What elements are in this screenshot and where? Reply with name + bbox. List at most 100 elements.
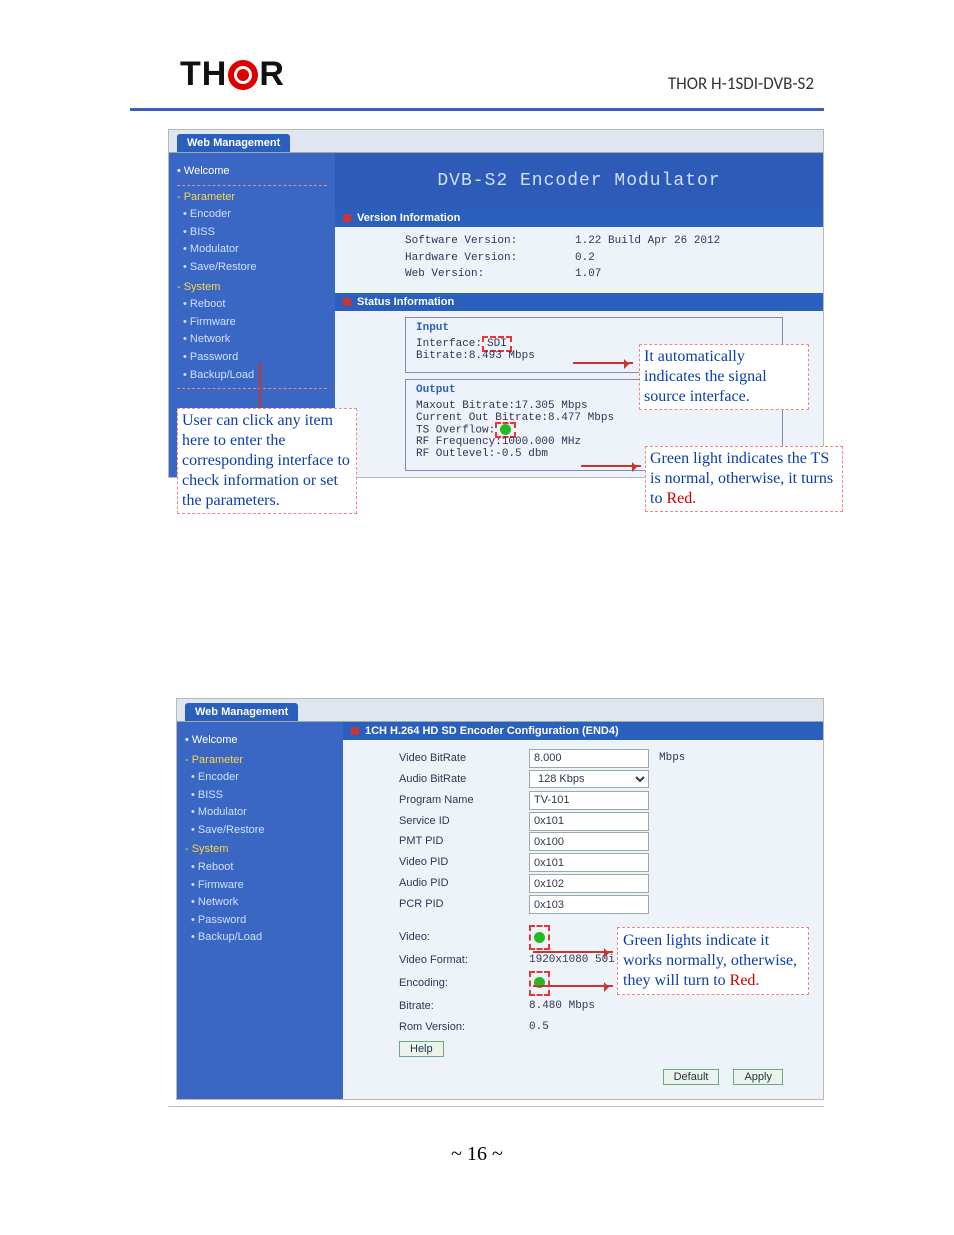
label-video-bitrate: Video BitRate <box>399 748 519 769</box>
screenshot-1: Web Management • Welcome - Parameter • E… <box>168 129 824 478</box>
sidebar-group-system[interactable]: - System <box>177 279 327 297</box>
sidebar-item-backup[interactable]: • Backup/Load <box>191 929 335 947</box>
sidebar: • Welcome - Parameter • Encoder • BISS •… <box>177 722 343 1100</box>
logo: TH R <box>180 55 285 94</box>
footer-rule <box>168 1106 824 1107</box>
sidebar-item-welcome[interactable]: • Welcome <box>185 732 335 750</box>
config-panel: 1CH H.264 HD SD Encoder Configuration (E… <box>343 722 823 1100</box>
value-bitrate: 8.493 Mbps <box>469 350 535 362</box>
arrow-icon <box>581 465 641 467</box>
sidebar-item-biss[interactable]: • BISS <box>191 787 335 805</box>
sidebar-item-encoder[interactable]: • Encoder <box>191 769 335 787</box>
label-interface: Interface: <box>416 338 482 350</box>
annotation-interface: It automatically indicates the signal so… <box>639 344 809 410</box>
arrow-icon <box>573 362 633 364</box>
value-current-out: 8.477 Mbps <box>548 412 614 424</box>
label-ts-overflow: TS Overflow: <box>416 424 495 436</box>
logo-right: R <box>259 55 285 94</box>
label-pmt-pid: PMT PID <box>399 831 519 852</box>
label-current-out: Current Out Bitrate: <box>416 412 548 424</box>
doc-title: THOR H-1SDI-DVB-S2 <box>668 73 814 94</box>
sidebar-item-password[interactable]: • Password <box>183 349 327 367</box>
arrow-icon <box>533 985 613 987</box>
value-rf-freq: 1000.000 MHz <box>502 436 581 448</box>
value-rom-version: 0.5 <box>529 1017 549 1038</box>
sidebar-item-backup[interactable]: • Backup/Load <box>183 367 327 385</box>
sidebar-group-system[interactable]: - System <box>185 841 335 859</box>
value-web-version: 1.07 <box>575 266 601 283</box>
section-version: Version Information <box>335 209 823 227</box>
label-maxout: Maxout Bitrate: <box>416 400 515 412</box>
sidebar-item-encoder[interactable]: • Encoder <box>183 206 327 224</box>
sidebar-item-biss[interactable]: • BISS <box>183 224 327 242</box>
logo-left: TH <box>180 55 227 94</box>
apply-button[interactable]: Apply <box>733 1069 783 1085</box>
header-rule <box>130 108 824 111</box>
input-pmt-pid[interactable] <box>529 832 649 851</box>
tab-bar: Web Management <box>169 130 823 153</box>
input-video-pid[interactable] <box>529 853 649 872</box>
value-sw-version: 1.22 Build Apr 26 2012 <box>575 233 720 250</box>
status-light-icon <box>500 424 511 435</box>
sidebar-item-network[interactable]: • Network <box>183 331 327 349</box>
sidebar-item-firmware[interactable]: • Firmware <box>183 314 327 332</box>
label-rf-outlevel: RF Outlevel: <box>416 448 495 460</box>
line-icon <box>259 362 261 408</box>
sidebar-item-firmware[interactable]: • Firmware <box>191 877 335 895</box>
page-title: DVB-S2 Encoder Modulator <box>335 153 823 209</box>
square-icon <box>343 214 351 222</box>
help-button[interactable]: Help <box>399 1041 444 1057</box>
sidebar-item-network[interactable]: • Network <box>191 894 335 912</box>
sidebar-group-parameter[interactable]: - Parameter <box>177 189 327 207</box>
arrow-icon <box>533 951 613 953</box>
input-audio-pid[interactable] <box>529 874 649 893</box>
page-number: ~ 16 ~ <box>0 1143 954 1166</box>
main-panel: DVB-S2 Encoder Modulator Version Informa… <box>335 153 823 477</box>
label-video: Video: <box>399 927 519 948</box>
section-encoder-config: 1CH H.264 HD SD Encoder Configuration (E… <box>343 722 823 740</box>
label-bitrate: Bitrate: <box>399 996 519 1017</box>
screenshot-2: Web Management • Welcome - Parameter • E… <box>176 698 824 1101</box>
gear-icon <box>228 60 258 90</box>
input-program-name[interactable] <box>529 791 649 810</box>
select-audio-bitrate[interactable]: 128 Kbps <box>529 770 649 788</box>
label-pcr-pid: PCR PID <box>399 894 519 915</box>
sidebar-item-password[interactable]: • Password <box>191 912 335 930</box>
square-icon <box>343 298 351 306</box>
sidebar-item-reboot[interactable]: • Reboot <box>183 296 327 314</box>
annotation-lights: Green lights indicate it works normally,… <box>617 927 809 995</box>
label-program-name: Program Name <box>399 790 519 811</box>
value-rf-outlevel: -0.5 dbm <box>495 448 548 460</box>
status-light-icon <box>534 932 545 943</box>
annotation-ts: Green light indicates the TS is normal, … <box>645 446 843 512</box>
label-rf-freq: RF Frequency: <box>416 436 502 448</box>
annotation-sidebar: User can click any item here to enter th… <box>177 408 357 514</box>
sidebar-item-modulator[interactable]: • Modulator <box>183 241 327 259</box>
input-video-bitrate[interactable] <box>529 749 649 768</box>
value-hw-version: 0.2 <box>575 250 595 267</box>
section-status: Status Information <box>335 293 823 311</box>
label-audio-bitrate: Audio BitRate <box>399 769 519 790</box>
label-encoding: Encoding: <box>399 973 519 994</box>
label-web-version: Web Version: <box>405 266 565 283</box>
value-video-format: 1920x1080 50i <box>529 950 615 971</box>
input-pcr-pid[interactable] <box>529 895 649 914</box>
sidebar-item-save[interactable]: • Save/Restore <box>183 259 327 277</box>
sidebar-group-parameter[interactable]: - Parameter <box>185 752 335 770</box>
label-hw-version: Hardware Version: <box>405 250 565 267</box>
sidebar-item-save[interactable]: • Save/Restore <box>191 822 335 840</box>
sidebar-item-reboot[interactable]: • Reboot <box>191 859 335 877</box>
value-maxout: 17.305 Mbps <box>515 400 588 412</box>
input-service-id[interactable] <box>529 812 649 831</box>
tab-web-management[interactable]: Web Management <box>185 703 298 721</box>
square-icon <box>351 727 359 735</box>
value-bitrate: 8.480 Mbps <box>529 996 595 1017</box>
sidebar-item-welcome[interactable]: • Welcome <box>177 163 327 181</box>
label-audio-pid: Audio PID <box>399 873 519 894</box>
tab-web-management[interactable]: Web Management <box>177 134 290 152</box>
unit-mbps: Mbps <box>659 748 685 769</box>
label-sw-version: Software Version: <box>405 233 565 250</box>
label-video-format: Video Format: <box>399 950 519 971</box>
default-button[interactable]: Default <box>663 1069 720 1085</box>
sidebar-item-modulator[interactable]: • Modulator <box>191 804 335 822</box>
